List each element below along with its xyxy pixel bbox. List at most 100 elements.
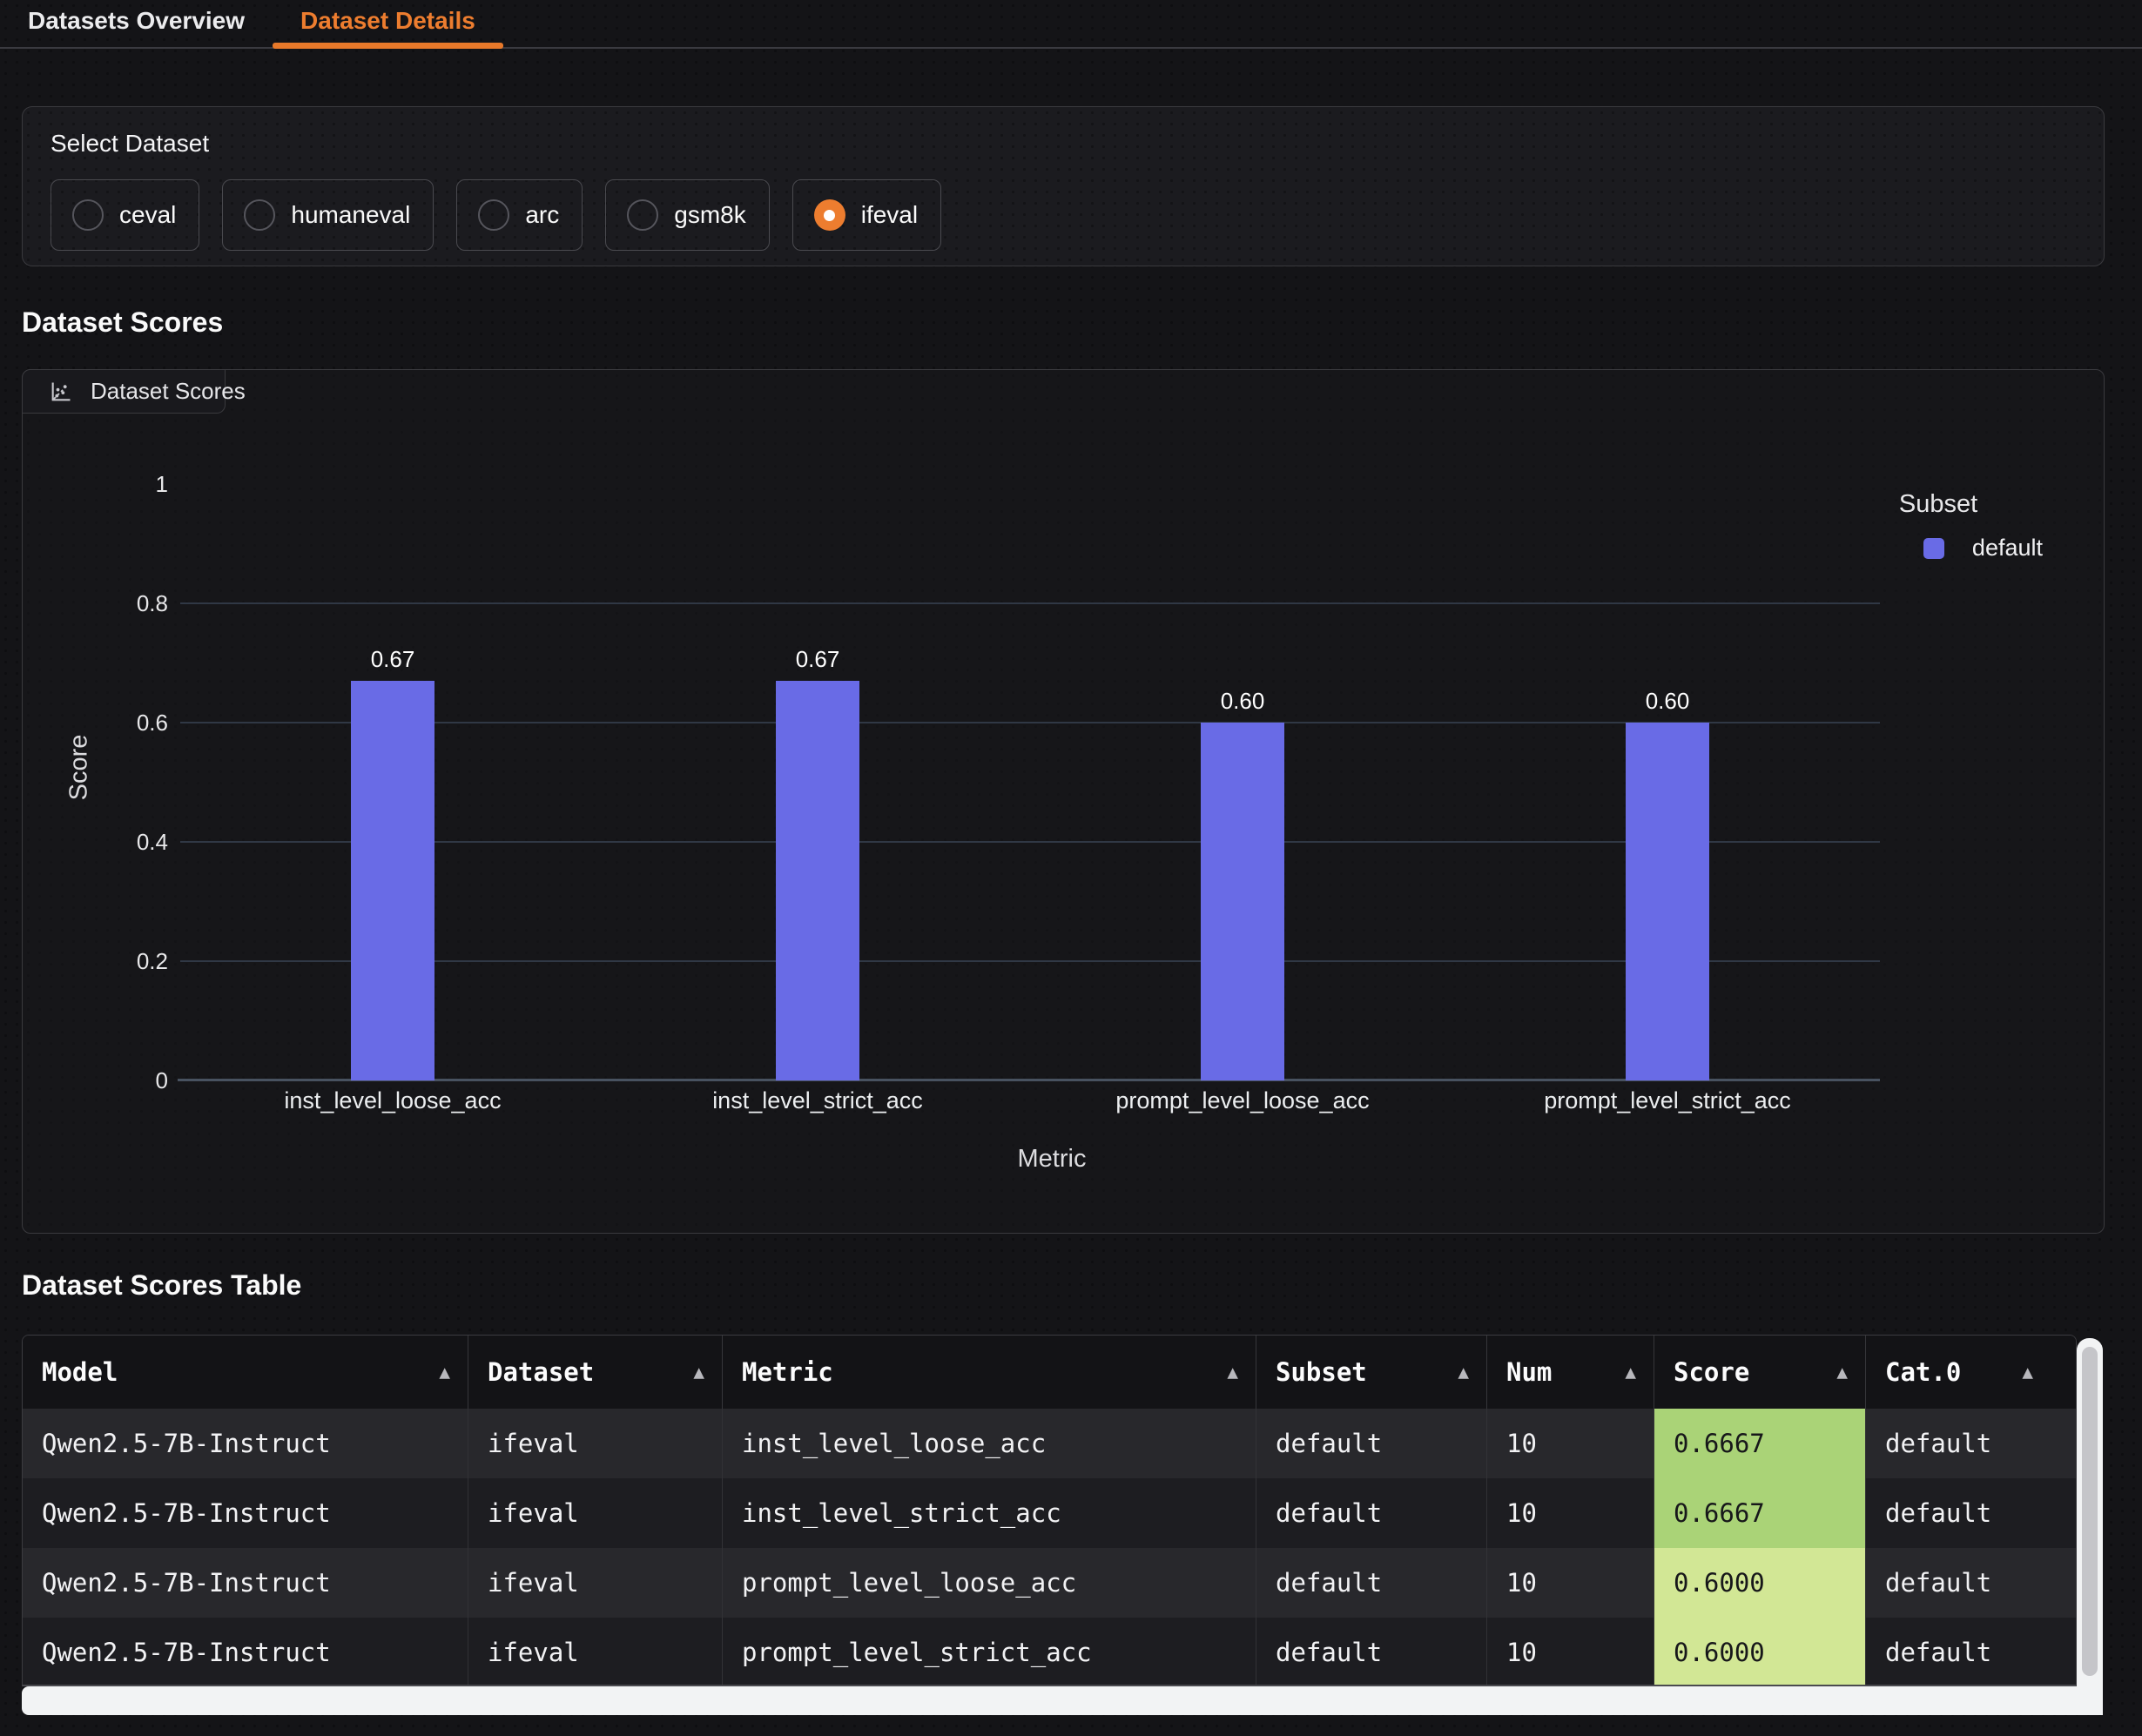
dataset-scores-table: Model▲Dataset▲Metric▲Subset▲Num▲Score▲Ca… (22, 1335, 2103, 1716)
col-header-subset[interactable]: Subset▲ (1256, 1336, 1487, 1409)
bar-value-label: 0.60 (1190, 688, 1295, 715)
y-tick-label: 0.8 (98, 592, 168, 615)
cell-score: 0.6000 (1654, 1618, 1866, 1686)
cell-subset: default (1256, 1409, 1487, 1478)
dataset-radio-humaneval[interactable]: humaneval (222, 179, 434, 251)
select-dataset-label: Select Dataset (51, 130, 209, 158)
vertical-scrollbar-thumb[interactable] (2082, 1347, 2098, 1676)
radio-icon (814, 199, 845, 231)
y-tick-label: 0 (98, 1069, 168, 1092)
table-row: Qwen2.5-7B-Instructifevalprompt_level_st… (23, 1618, 2076, 1686)
sort-arrow-icon[interactable]: ▲ (1836, 1362, 1848, 1383)
dataframe-grid: Model▲Dataset▲Metric▲Subset▲Num▲Score▲Ca… (22, 1335, 2077, 1686)
radio-icon (627, 199, 658, 231)
col-header-label: Num (1506, 1357, 1552, 1387)
vertical-scrollbar[interactable] (2077, 1338, 2103, 1715)
col-header-model[interactable]: Model▲ (23, 1336, 468, 1409)
tab-datasets-overview[interactable]: Datasets Overview (0, 0, 273, 47)
tab-dataset-details[interactable]: Dataset Details (273, 0, 503, 47)
dataset-scores-table-heading: Dataset Scores Table (22, 1269, 301, 1302)
col-header-score[interactable]: Score▲ (1654, 1336, 1866, 1409)
table-row: Qwen2.5-7B-Instructifevalinst_level_loos… (23, 1409, 2076, 1478)
cell-model: Qwen2.5-7B-Instruct (23, 1478, 468, 1548)
cell-cat-0: default (1866, 1409, 2051, 1478)
chart-legend: Subset default (1899, 490, 2043, 562)
col-header-num[interactable]: Num ▲ (1487, 1336, 1654, 1409)
cell-dataset: ifeval (468, 1478, 723, 1548)
dataset-radio-ifeval[interactable]: ifeval (792, 179, 941, 251)
table-row: Qwen2.5-7B-Instructifevalinst_level_stri… (23, 1478, 2076, 1548)
dataset-scores-chart-panel: 00.20.40.60.810.67inst_level_loose_acc0.… (22, 369, 2105, 1234)
bar-inst_level_loose_acc[interactable] (351, 681, 434, 1080)
chart-panel-tab: Dataset Scores (22, 369, 226, 414)
bar-chart: 00.20.40.60.810.67inst_level_loose_acc0.… (23, 370, 2104, 1233)
cell-model: Qwen2.5-7B-Instruct (23, 1618, 468, 1686)
legend-swatch (1923, 538, 1944, 559)
dataset-radio-label: arc (525, 201, 559, 229)
y-tick-label: 0.2 (98, 950, 168, 972)
sort-arrow-icon[interactable]: ▲ (1625, 1362, 1636, 1383)
cell-subset: default (1256, 1548, 1487, 1618)
dataset-radio-gsm8k[interactable]: gsm8k (605, 179, 769, 251)
cell-dataset: ifeval (468, 1409, 723, 1478)
legend-item-label: default (1972, 535, 2043, 562)
bar-value-label: 0.60 (1615, 688, 1720, 715)
dataset-radio-label: ifeval (861, 201, 918, 229)
cell-score: 0.6000 (1654, 1548, 1866, 1618)
col-header-dataset[interactable]: Dataset ▲ (468, 1336, 723, 1409)
cell-dataset: ifeval (468, 1618, 723, 1686)
col-header-metric[interactable]: Metric ▲ (723, 1336, 1256, 1409)
table-header-row: Model▲Dataset▲Metric▲Subset▲Num▲Score▲Ca… (23, 1336, 2076, 1409)
scatter-chart-icon (49, 380, 73, 404)
col-header-label: Dataset (488, 1357, 594, 1387)
dataset-scores-heading: Dataset Scores (22, 306, 223, 339)
horizontal-scrollbar[interactable] (22, 1686, 2103, 1715)
y-tick-label: 1 (98, 473, 168, 495)
cell-model: Qwen2.5-7B-Instruct (23, 1548, 468, 1618)
gridline-0.8 (180, 602, 1880, 604)
cell-metric: inst_level_strict_acc (723, 1478, 1256, 1548)
dataset-radio-label: humaneval (291, 201, 410, 229)
dataset-radio-label: gsm8k (674, 201, 745, 229)
cell-metric: prompt_level_loose_acc (723, 1548, 1256, 1618)
cell-model: Qwen2.5-7B-Instruct (23, 1409, 468, 1478)
bar-inst_level_strict_acc[interactable] (776, 681, 859, 1080)
legend-title: Subset (1899, 490, 2043, 519)
legend-item-default[interactable]: default (1923, 535, 2043, 562)
y-tick-label: 0.6 (98, 711, 168, 734)
cell-num: 10 (1487, 1548, 1654, 1618)
radio-icon (72, 199, 104, 231)
dataset-radio-ceval[interactable]: ceval (51, 179, 199, 251)
table-row: Qwen2.5-7B-Instructifevalprompt_level_lo… (23, 1548, 2076, 1618)
cell-metric: inst_level_loose_acc (723, 1409, 1256, 1478)
cell-score: 0.6667 (1654, 1478, 1866, 1548)
cell-score: 0.6667 (1654, 1409, 1866, 1478)
col-header-cat-0[interactable]: Cat.0▲ (1866, 1336, 2051, 1409)
cell-subset: default (1256, 1478, 1487, 1548)
dataset-radio-label: ceval (119, 201, 176, 229)
x-axis-title: Metric (956, 1145, 1148, 1174)
chart-panel-tab-label: Dataset Scores (91, 378, 246, 405)
radio-icon (244, 199, 275, 231)
bar-prompt_level_strict_acc[interactable] (1626, 723, 1709, 1080)
col-header-label: Metric (742, 1357, 833, 1387)
tab-bar: Datasets Overview Dataset Details (0, 0, 2142, 49)
sort-arrow-icon[interactable]: ▲ (2022, 1362, 2033, 1383)
sort-arrow-icon[interactable]: ▲ (1227, 1362, 1238, 1383)
sort-arrow-icon[interactable]: ▲ (693, 1362, 704, 1383)
sort-arrow-icon[interactable]: ▲ (439, 1362, 450, 1383)
x-tick-label: prompt_level_loose_acc (1060, 1087, 1425, 1114)
cell-num: 10 (1487, 1409, 1654, 1478)
cell-cat-0: default (1866, 1548, 2051, 1618)
dataset-radio-arc[interactable]: arc (456, 179, 583, 251)
sort-arrow-icon[interactable]: ▲ (1458, 1362, 1469, 1383)
cell-num: 10 (1487, 1618, 1654, 1686)
radio-icon (478, 199, 509, 231)
cell-subset: default (1256, 1618, 1487, 1686)
cell-metric: prompt_level_strict_acc (723, 1618, 1256, 1686)
select-dataset-panel: Select Dataset ceval humaneval arc gsm8k ife… (22, 106, 2105, 266)
y-axis-title: Score (65, 694, 94, 842)
cell-cat-0: default (1866, 1618, 2051, 1686)
bar-value-label: 0.67 (765, 646, 870, 673)
bar-prompt_level_loose_acc[interactable] (1201, 723, 1284, 1080)
